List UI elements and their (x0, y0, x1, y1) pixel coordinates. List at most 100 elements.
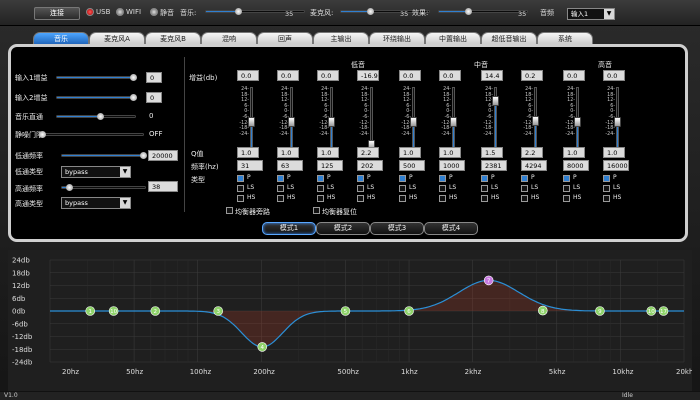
band-type-hs-checkbox[interactable] (521, 195, 528, 202)
eq-bypass-checkbox[interactable] (226, 207, 233, 214)
band-q-value[interactable]: 1.0 (603, 147, 625, 158)
gain-knob[interactable] (288, 116, 295, 127)
band-gain-value[interactable]: 0.0 (603, 70, 625, 81)
band-freq-value[interactable]: 2381 (481, 160, 507, 171)
gain-knob[interactable] (450, 116, 457, 127)
band-gain-slider[interactable]: 24- 18- 12- 6- 0- -6- -12- -18- -24- (397, 87, 421, 155)
noise-gate-slider[interactable] (39, 131, 144, 138)
band-type-ls-checkbox[interactable] (521, 185, 528, 192)
band-type-p-checkbox[interactable] (563, 175, 570, 182)
band-freq-value[interactable]: 8000 (563, 160, 589, 171)
band-gain-slider[interactable]: 24- 18- 12- 6- 0- -6- -12- -18- -24- (275, 87, 299, 155)
band-type-p-checkbox[interactable] (317, 175, 324, 182)
gain-knob[interactable] (492, 96, 499, 107)
band-gain-value[interactable]: 14.4 (481, 70, 503, 81)
gain-knob[interactable] (248, 116, 255, 127)
in2-gain-value[interactable]: 0 (146, 92, 162, 103)
band-type-hs-checkbox[interactable] (439, 195, 446, 202)
band-freq-value[interactable]: 500 (399, 160, 425, 171)
mode-button-1[interactable]: 模式1 (262, 222, 316, 235)
eq-reset-checkbox[interactable] (313, 207, 320, 214)
band-type-hs-checkbox[interactable] (563, 195, 570, 202)
eq-response-graph[interactable]: 24db 18db 12db 6db 0db -6db -12db -18db -24db 20h… (8, 250, 692, 392)
low-type-select[interactable]: bypass ▼ (61, 166, 131, 178)
band-type-p-checkbox[interactable] (521, 175, 528, 182)
band-gain-value[interactable]: 0.2 (521, 70, 543, 81)
in2-gain-slider[interactable] (56, 94, 138, 101)
band-gain-slider[interactable]: 24- 18- 12- 6- 0- -6- -12- -18- -24- (561, 87, 585, 155)
high-freq-value[interactable]: 38 (148, 181, 178, 192)
music-path-slider[interactable] (56, 113, 136, 120)
band-q-value[interactable]: 1.0 (439, 147, 461, 158)
band-q-value[interactable]: 1.0 (399, 147, 421, 158)
band-freq-value[interactable]: 16000 (603, 160, 629, 171)
band-type-p-checkbox[interactable] (277, 175, 284, 182)
in1-gain-slider[interactable] (56, 74, 138, 81)
band-type-ls-checkbox[interactable] (357, 185, 364, 192)
connect-button[interactable]: 连接 (34, 7, 80, 20)
band-gain-slider[interactable]: 24- 18- 12- 6- 0- -6- -12- -18- -24- (437, 87, 461, 155)
band-gain-slider[interactable]: 24- 18- 12- 6- 0- -6- -12- -18- -24- (315, 87, 339, 155)
band-freq-value[interactable]: 202 (357, 160, 383, 171)
band-gain-value[interactable]: 0.0 (237, 70, 259, 81)
band-type-hs-checkbox[interactable] (277, 195, 284, 202)
band-gain-value[interactable]: 0.0 (563, 70, 585, 81)
band-freq-value[interactable]: 63 (277, 160, 303, 171)
mute-radio[interactable] (150, 8, 158, 16)
band-type-hs-checkbox[interactable] (357, 195, 364, 202)
band-freq-value[interactable]: 4294 (521, 160, 547, 171)
gain-knob[interactable] (614, 116, 621, 127)
band-q-value[interactable]: 1.0 (317, 147, 339, 158)
band-freq-value[interactable]: 125 (317, 160, 343, 171)
mode-button-3[interactable]: 模式3 (370, 222, 424, 235)
effect-volume-slider[interactable] (438, 8, 528, 15)
band-type-ls-checkbox[interactable] (603, 185, 610, 192)
wifi-radio[interactable] (116, 8, 124, 16)
band-freq-value[interactable]: 1000 (439, 160, 465, 171)
band-gain-value[interactable]: 0.0 (317, 70, 339, 81)
band-gain-value[interactable]: 0.0 (399, 70, 421, 81)
band-type-p-checkbox[interactable] (399, 175, 406, 182)
in1-gain-value[interactable]: 0 (146, 72, 162, 83)
low-freq-slider[interactable] (61, 152, 148, 159)
band-type-ls-checkbox[interactable] (481, 185, 488, 192)
band-gain-slider[interactable]: 24- 18- 12- 6- 0- -6- -12- -18- -24- (519, 87, 543, 155)
band-q-value[interactable]: 1.0 (563, 147, 585, 158)
band-type-ls-checkbox[interactable] (399, 185, 406, 192)
band-freq-value[interactable]: 31 (237, 160, 263, 171)
band-gain-value[interactable]: 0.0 (439, 70, 461, 81)
band-gain-slider[interactable]: 24- 18- 12- 6- 0- -6- -12- -18- -24- (601, 87, 625, 155)
band-type-hs-checkbox[interactable] (481, 195, 488, 202)
band-type-ls-checkbox[interactable] (317, 185, 324, 192)
low-freq-value[interactable]: 20000 (148, 150, 178, 161)
mode-button-4[interactable]: 模式4 (424, 222, 478, 235)
usb-radio[interactable] (86, 8, 94, 16)
band-q-value[interactable]: 1.0 (277, 147, 299, 158)
high-freq-slider[interactable] (61, 184, 146, 191)
band-type-hs-checkbox[interactable] (603, 195, 610, 202)
band-q-value[interactable]: 1.5 (481, 147, 503, 158)
band-type-p-checkbox[interactable] (357, 175, 364, 182)
band-gain-value[interactable]: 0.0 (277, 70, 299, 81)
band-type-p-checkbox[interactable] (237, 175, 244, 182)
gain-knob[interactable] (328, 116, 335, 127)
band-type-ls-checkbox[interactable] (439, 185, 446, 192)
band-type-p-checkbox[interactable] (603, 175, 610, 182)
source-select[interactable]: 输入1 ▼ (567, 8, 615, 20)
band-type-ls-checkbox[interactable] (563, 185, 570, 192)
mode-button-2[interactable]: 模式2 (316, 222, 370, 235)
gain-knob[interactable] (532, 116, 539, 127)
gain-knob[interactable] (410, 116, 417, 127)
band-type-hs-checkbox[interactable] (399, 195, 406, 202)
gain-knob[interactable] (574, 116, 581, 127)
band-type-hs-checkbox[interactable] (317, 195, 324, 202)
band-q-value[interactable]: 2.2 (357, 147, 379, 158)
band-gain-slider[interactable]: 24- 18- 12- 6- 0- -6- -12- -18- -24- (355, 87, 379, 155)
band-gain-slider[interactable]: 24- 18- 12- 6- 0- -6- -12- -18- -24- (235, 87, 259, 155)
band-type-ls-checkbox[interactable] (237, 185, 244, 192)
band-type-hs-checkbox[interactable] (237, 195, 244, 202)
high-type-select[interactable]: bypass ▼ (61, 197, 131, 209)
band-type-p-checkbox[interactable] (481, 175, 488, 182)
band-gain-value[interactable]: -16.9 (357, 70, 379, 81)
band-gain-slider[interactable]: 24- 18- 12- 6- 0- -6- -12- -18- -24- (479, 87, 503, 155)
